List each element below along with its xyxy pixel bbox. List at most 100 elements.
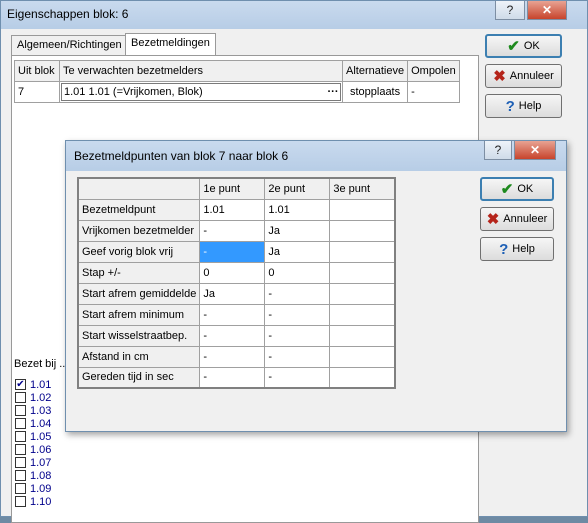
bezetmeldpunten-grid: 1e punt 2e punt 3e punt Bezetmeldpunt 1.… [77, 177, 396, 389]
grid-cell[interactable]: Ja [264, 240, 331, 263]
cancel-button-label: Annuleer [509, 70, 554, 82]
grid-cell[interactable]: Ja [264, 219, 331, 242]
grid-cell[interactable] [329, 282, 396, 305]
grid-cell[interactable]: - [199, 303, 266, 326]
table-row: Gereden tijd in sec - - [77, 366, 396, 389]
checkbox[interactable] [15, 457, 26, 468]
grid-cell[interactable] [329, 240, 396, 263]
list-item[interactable]: 1.07 [15, 456, 51, 469]
grid-cell[interactable]: 0 [199, 261, 266, 284]
grid-cell[interactable] [329, 198, 396, 221]
grid-cell-selected[interactable]: - [199, 240, 266, 263]
table-row: Geef vorig blok vrij - Ja [77, 240, 396, 263]
dialog-cancel-label: Annuleer [503, 213, 548, 225]
row-label: Afstand in cm [77, 345, 201, 368]
grid-cell[interactable]: - [199, 345, 266, 368]
dialog-cancel-button[interactable]: ✖ Annuleer [480, 207, 554, 231]
ellipsis-button[interactable]: ··· [326, 86, 340, 98]
window-title: Eigenschappen blok: 6 [7, 7, 129, 21]
row-label: Start wisselstraatbep. [77, 324, 201, 347]
checkbox[interactable] [15, 470, 26, 481]
grid-cell[interactable]: - [264, 324, 331, 347]
checkbox-label: 1.02 [30, 391, 52, 404]
grid-cell[interactable] [329, 324, 396, 347]
tab-algemeen-richtingen[interactable]: Algemeen/Richtingen [11, 35, 128, 55]
grid-cell[interactable] [329, 366, 396, 389]
cancel-button[interactable]: ✖ Annuleer [485, 64, 562, 88]
checkbox[interactable] [15, 405, 26, 416]
row-label: Stap +/- [77, 261, 201, 284]
column-header-uit-blok: Uit blok [14, 60, 60, 82]
checkmark-icon: ✔ [507, 38, 520, 55]
checkbox[interactable]: ✔ [15, 379, 26, 390]
checkbox[interactable] [15, 418, 26, 429]
list-item[interactable]: 1.03 [15, 404, 51, 417]
dialog-titlebar[interactable]: Bezetmeldpunten van blok 7 naar blok 6 ?… [66, 141, 566, 171]
titlebar-help-button[interactable]: ? [495, 1, 525, 20]
titlebar-close-button[interactable]: ✕ [527, 1, 567, 20]
table-row[interactable]: 7 1.01 1.01 (=Vrijkomen, Blok) ··· stopp… [14, 81, 460, 103]
dialog-ok-label: OK [517, 183, 534, 195]
checkbox[interactable] [15, 444, 26, 455]
grid-cell[interactable]: - [199, 366, 266, 389]
row-label: Gereden tijd in sec [77, 366, 201, 389]
grid-cell[interactable]: - [199, 219, 266, 242]
list-item[interactable]: 1.02 [15, 391, 51, 404]
tab-bezetmeldingen[interactable]: Bezetmeldingen [125, 33, 216, 55]
checkbox[interactable] [15, 483, 26, 494]
table-row: Afstand in cm - - [77, 345, 396, 368]
ok-button[interactable]: ✔ OK [485, 34, 562, 58]
grid-cell[interactable] [329, 219, 396, 242]
list-item[interactable]: 1.08 [15, 469, 51, 482]
checkbox[interactable] [15, 392, 26, 403]
list-item[interactable]: 1.04 [15, 417, 51, 430]
list-item[interactable]: ✔ 1.01 [15, 378, 51, 391]
grid-cell[interactable] [329, 261, 396, 284]
dialog-close-button[interactable]: ✕ [514, 141, 556, 160]
help-button[interactable]: ? Help [485, 94, 562, 118]
bezet-bij-label: Bezet bij ... [14, 358, 69, 370]
grid-cell[interactable] [329, 345, 396, 368]
checkbox[interactable] [15, 496, 26, 507]
dialog-help-button[interactable]: ? [484, 141, 512, 160]
row-label: Start afrem minimum [77, 303, 201, 326]
window-titlebar[interactable]: Eigenschappen blok: 6 ? ✕ [1, 1, 587, 29]
cell-ompolen[interactable]: - [407, 81, 460, 103]
help-button-label: Help [518, 100, 542, 112]
table-row: Vrijkomen bezetmelder - Ja [77, 219, 396, 242]
checkbox-label: 1.04 [30, 417, 52, 430]
grid-cell[interactable] [329, 303, 396, 326]
cell-uit-blok[interactable]: 7 [14, 81, 60, 103]
row-label: Start afrem gemiddelde [77, 282, 201, 305]
grid-cell[interactable]: 1.01 [199, 198, 266, 221]
cell-alternatieve[interactable]: stopplaats [341, 81, 409, 103]
column-header-bezetmelders: Te verwachten bezetmelders [59, 60, 343, 82]
bezetmelders-value: 1.01 1.01 (=Vrijkomen, Blok) [64, 86, 203, 98]
grid-cell[interactable]: Ja [199, 282, 266, 305]
checkmark-icon: ✔ [500, 181, 514, 198]
row-label: Vrijkomen bezetmelder [77, 219, 201, 242]
grid-cell[interactable]: - [199, 324, 266, 347]
ok-button-label: OK [523, 40, 540, 52]
grid-cell[interactable]: - [264, 366, 331, 389]
dialog-ok-button[interactable]: ✔ OK [480, 177, 554, 201]
dialog-help-button-main[interactable]: ? Help [480, 237, 554, 261]
cell-bezetmelders[interactable]: 1.01 1.01 (=Vrijkomen, Blok) ··· [59, 81, 343, 103]
dialog-title: Bezetmeldpunten van blok 7 naar blok 6 [74, 149, 289, 163]
list-item[interactable]: 1.06 [15, 443, 51, 456]
list-item[interactable]: 1.05 [15, 430, 51, 443]
checkbox-label: 1.01 [30, 378, 52, 391]
checkbox[interactable] [15, 431, 26, 442]
list-item[interactable]: 1.09 [15, 482, 51, 495]
row-label: Geef vorig blok vrij [77, 240, 201, 263]
grid-cell[interactable]: - [264, 303, 331, 326]
grid-cell[interactable]: - [264, 282, 331, 305]
grid-cell[interactable]: 1.01 [264, 198, 331, 221]
list-item[interactable]: 1.10 [15, 495, 51, 508]
grid-cell[interactable]: - [264, 345, 331, 368]
bezet-checklist: ✔ 1.01 1.02 1.03 1.04 1.05 1.06 1.07 1.08… [15, 378, 51, 508]
cross-icon: ✖ [493, 68, 506, 85]
checkbox-label: 1.03 [30, 404, 52, 417]
grid-cell[interactable]: 0 [264, 261, 331, 284]
table-row: Stap +/- 0 0 [77, 261, 396, 284]
